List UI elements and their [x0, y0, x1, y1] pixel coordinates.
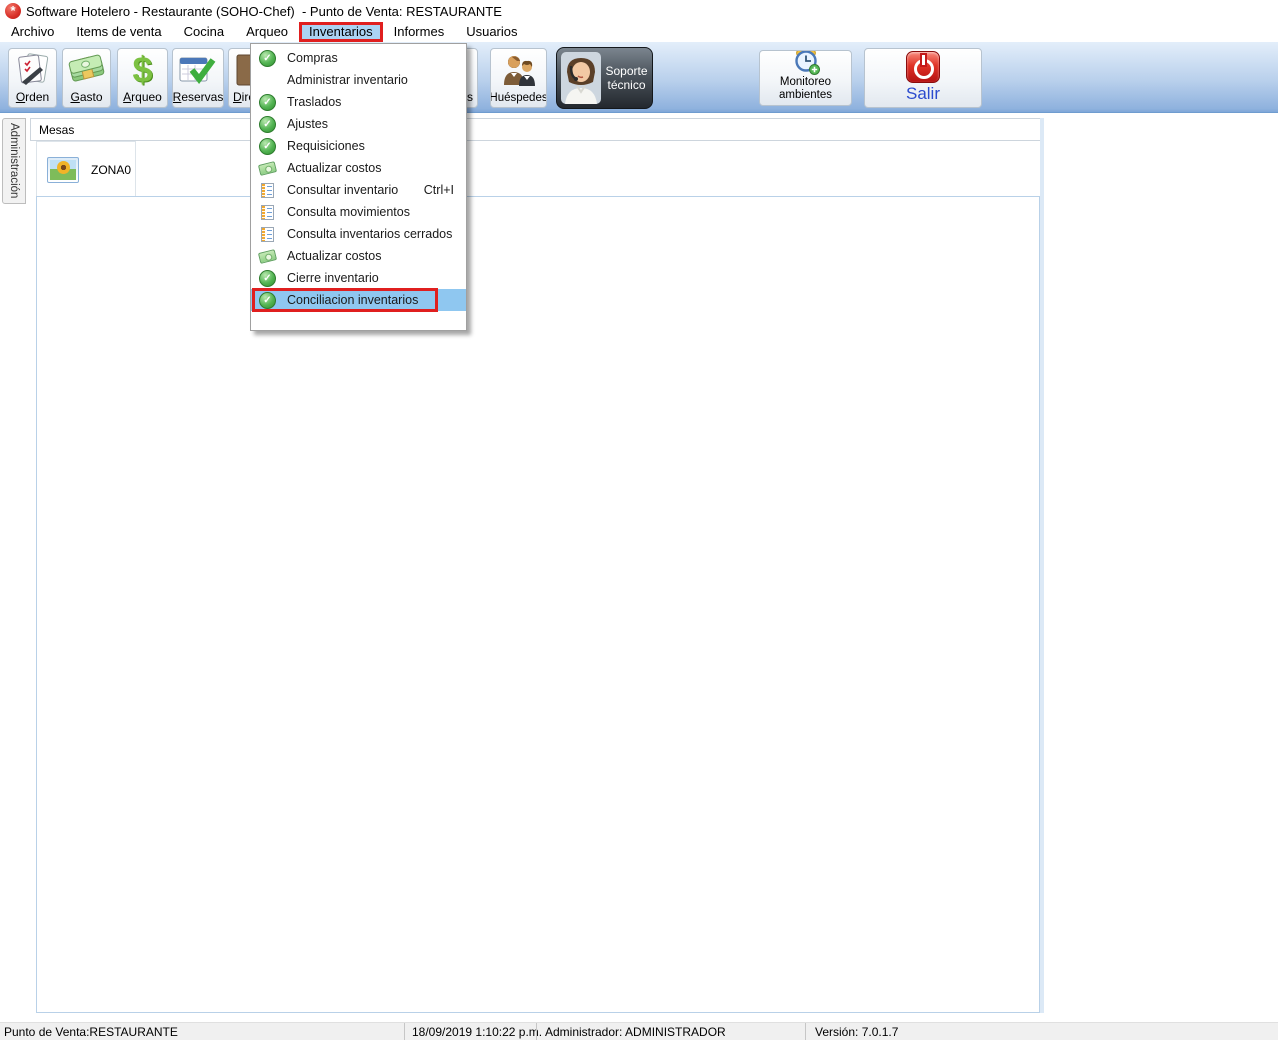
menu-item-label: Conciliacion inventarios [287, 293, 418, 307]
menu-item-ajustes[interactable]: Ajustes [251, 113, 466, 135]
toolbar: Orden Gasto $ Arqueo [0, 42, 1278, 113]
alarm-clock-icon [760, 50, 851, 76]
money-icon [259, 160, 276, 177]
orden-button[interactable]: Orden [8, 48, 57, 108]
menu-inventarios[interactable]: Inventarios [299, 22, 383, 42]
inventarios-dropdown-menu: Compras Administrar inventario Traslados… [250, 43, 467, 331]
huespedes-button[interactable]: Huéspedes [490, 48, 547, 108]
menu-item-consulta-inventarios-cerrados[interactable]: Consulta inventarios cerrados [251, 223, 466, 245]
menu-item-administrar-inventario[interactable]: Administrar inventario [251, 69, 466, 91]
money-stack-icon [63, 49, 110, 90]
gasto-label: Gasto [70, 90, 102, 104]
menu-item-consultar-inventario[interactable]: Consultar inventario Ctrl+I [251, 179, 466, 201]
menu-item-label: Consulta movimientos [287, 205, 410, 219]
status-divider [536, 1023, 537, 1040]
reservas-label: Reservas [173, 90, 224, 104]
soporte-tecnico-label: Soporte técnico [605, 64, 648, 92]
sidebar-tab-administracion[interactable]: Administración [2, 118, 26, 204]
tab-zona0[interactable]: ZONA0 [36, 141, 136, 197]
window-title: Software Hotelero - Restaurante (SOHO-Ch… [26, 4, 502, 19]
menu-item-label: Administrar inventario [287, 73, 408, 87]
check-circle-icon [259, 270, 276, 287]
huespedes-label: Huéspedes [490, 92, 547, 104]
check-circle-icon [259, 138, 276, 155]
support-agent-photo [561, 52, 601, 104]
menu-item-label: Actualizar costos [287, 161, 381, 175]
menu-item-compras[interactable]: Compras [251, 47, 466, 69]
zone-picture-icon [47, 157, 79, 183]
status-admin: Administrador: ADMINISTRADOR [545, 1025, 726, 1039]
check-circle-icon [259, 50, 276, 67]
mesas-content-area[interactable] [36, 196, 1040, 1013]
power-icon [865, 49, 981, 84]
menu-item-label: Actualizar costos [287, 249, 381, 263]
menu-item-conciliacion-inventarios[interactable]: Conciliacion inventarios [251, 289, 466, 311]
title-bar: * Software Hotelero - Restaurante (SOHO-… [0, 0, 1278, 22]
check-circle-icon [259, 94, 276, 111]
mesas-panel-header: Mesas [30, 118, 1043, 141]
status-pos: Punto de Venta:RESTAURANTE [4, 1025, 178, 1039]
check-circle-icon [259, 292, 276, 309]
menu-informes[interactable]: Informes [383, 22, 456, 42]
money-icon [259, 248, 276, 265]
menu-item-label: Consultar inventario [287, 183, 398, 197]
status-divider [404, 1023, 405, 1040]
calendar-check-icon [173, 49, 223, 90]
list-icon [259, 182, 276, 199]
salir-button[interactable]: Salir [864, 48, 982, 108]
status-divider [805, 1023, 806, 1040]
menu-arqueo[interactable]: Arqueo [235, 22, 299, 42]
gasto-button[interactable]: Gasto [62, 48, 111, 108]
menu-archivo[interactable]: Archivo [0, 22, 65, 42]
status-bar: Punto de Venta:RESTAURANTE 18/09/2019 1:… [0, 1022, 1278, 1040]
reservas-button[interactable]: Reservas [172, 48, 224, 108]
monitoreo-ambientes-label: Monitoreo ambientes [760, 76, 851, 102]
arqueo-button[interactable]: $ Arqueo [117, 48, 168, 108]
menu-item-label: Requisiciones [287, 139, 365, 153]
app-icon: * [5, 3, 21, 19]
mesas-label: Mesas [39, 123, 74, 137]
menu-item-label: Cierre inventario [287, 271, 379, 285]
menu-item-cierre-inventario[interactable]: Cierre inventario [251, 267, 466, 289]
dollar-sign-icon: $ [118, 49, 167, 90]
menu-bar: Archivo Items de venta Cocina Arqueo Inv… [0, 22, 1278, 42]
menu-item-label: Ajustes [287, 117, 328, 131]
zona0-label: ZONA0 [91, 163, 131, 177]
status-version: Versión: 7.0.1.7 [815, 1025, 898, 1039]
orden-label: Orden [16, 90, 49, 104]
app-window: * Software Hotelero - Restaurante (SOHO-… [0, 0, 1278, 1040]
list-icon [259, 226, 276, 243]
administracion-label: Administración [8, 123, 20, 198]
menu-item-consulta-movimientos[interactable]: Consulta movimientos [251, 201, 466, 223]
order-note-icon [9, 49, 56, 90]
menu-items-de-venta[interactable]: Items de venta [65, 22, 172, 42]
menu-item-actualizar-costos-2[interactable]: Actualizar costos [251, 245, 466, 267]
menu-item-label: Traslados [287, 95, 341, 109]
check-circle-icon [259, 116, 276, 133]
menu-item-actualizar-costos-1[interactable]: Actualizar costos [251, 157, 466, 179]
panel-right-edge [1040, 118, 1044, 1013]
guests-icon [491, 49, 546, 92]
no-icon [259, 72, 276, 89]
arqueo-label: Arqueo [123, 90, 162, 104]
menu-usuarios[interactable]: Usuarios [455, 22, 528, 42]
list-icon [259, 204, 276, 221]
menu-item-traslados[interactable]: Traslados [251, 91, 466, 113]
menu-item-label: Compras [287, 51, 338, 65]
monitoreo-ambientes-button[interactable]: Monitoreo ambientes [759, 50, 852, 106]
shortcut-label: Ctrl+I [424, 183, 454, 197]
salir-label: Salir [906, 84, 940, 104]
soporte-tecnico-button[interactable]: Soporte técnico [556, 47, 653, 109]
menu-cocina[interactable]: Cocina [173, 22, 235, 42]
partial-label: s [467, 90, 473, 104]
menu-item-label: Consulta inventarios cerrados [287, 227, 452, 241]
status-datetime: 18/09/2019 1:10:22 p.m. [412, 1025, 542, 1039]
menu-item-requisiciones[interactable]: Requisiciones [251, 135, 466, 157]
